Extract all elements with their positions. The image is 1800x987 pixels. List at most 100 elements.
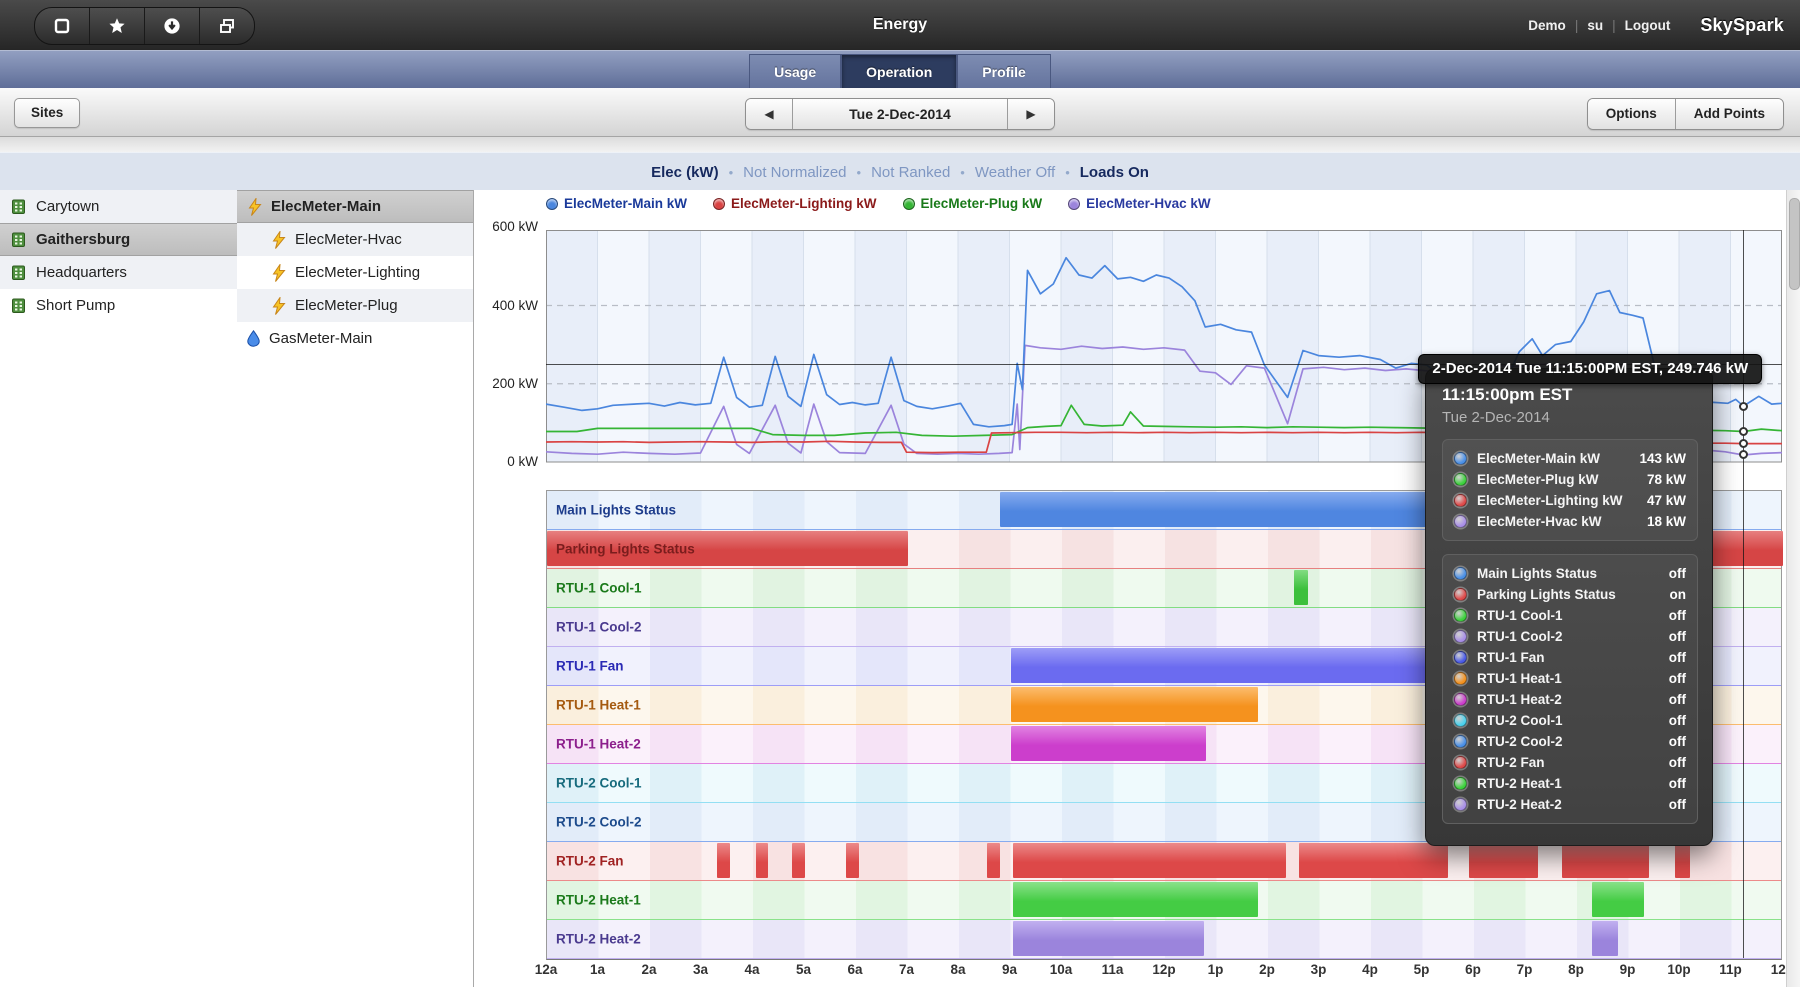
tooltip-status-rtu-2-cool-1: RTU-2 Cool-1off (1454, 710, 1686, 731)
tooltip-status-main-lights-status: Main Lights Statusoff (1454, 563, 1686, 584)
point-value: off (1661, 629, 1686, 644)
x-tick-7-7a: 7a (899, 962, 914, 977)
status-band-segment (1469, 843, 1539, 878)
tooltip-meter-elecmeter-main-kw: ElecMeter-Main kW143 kW (1454, 448, 1686, 469)
status-row-label: RTU-1 Heat-2 (556, 737, 641, 752)
legend-item-elecmeter-plug-kw[interactable]: ElecMeter-Plug kW (903, 196, 1043, 211)
point-color-dot-icon (1454, 515, 1467, 528)
status-band-segment (792, 843, 805, 878)
lightning-bolt-icon (247, 198, 262, 216)
sites-button[interactable]: Sites (14, 98, 80, 128)
x-tick-12-12p: 12p (1152, 962, 1175, 977)
point-color-dot-icon (1454, 588, 1467, 601)
lightning-bolt-icon (271, 231, 286, 249)
status-toggle-weather-off[interactable]: Weather Off (975, 164, 1055, 181)
status-row-label: RTU-1 Cool-1 (556, 581, 642, 596)
content-area: CarytownGaithersburg Headquarters Short Pu… (0, 190, 1800, 987)
x-tick-22-10p: 10p (1667, 962, 1690, 977)
user-menu[interactable]: Demo (1528, 18, 1566, 33)
point-name: RTU-2 Fan (1477, 755, 1545, 770)
tooltip-meter-elecmeter-hvac-kw: ElecMeter-Hvac kW18 kW (1454, 511, 1686, 532)
toolbar: Sites ◀ Tue 2-Dec-2014 ▶ Options Add Poi… (0, 88, 1800, 137)
status-row-label: RTU-1 Cool-2 (556, 620, 642, 635)
tooltip-status-values: Main Lights Statusoff Parking Lights Stat… (1442, 554, 1698, 824)
point-value: off (1661, 671, 1686, 686)
building-icon (10, 264, 27, 281)
legend-item-elecmeter-main-kw[interactable]: ElecMeter-Main kW (546, 196, 687, 211)
point-value: off (1661, 755, 1686, 770)
status-row-rtu-2-fan[interactable]: RTU-2 Fan (547, 842, 1781, 881)
meter-row-gasmeter-main[interactable]: GasMeter-Main (237, 322, 473, 355)
status-band-segment (1013, 921, 1204, 956)
status-toggle-not-ranked[interactable]: Not Ranked (871, 164, 950, 181)
point-name: Parking Lights Status (1477, 587, 1616, 602)
status-band-segment (1013, 882, 1258, 917)
date-next-button[interactable]: ▶ (1008, 99, 1054, 129)
x-tick-0-12a: 12a (535, 962, 558, 977)
meters-sidebar: ElecMeter-Main ElecMeter-Hvac ElecMeter-Li… (237, 190, 474, 987)
meter-label: GasMeter-Main (269, 330, 372, 347)
chart-legend: ElecMeter-Main kW ElecMeter-Lighting kW El… (546, 196, 1211, 211)
scrollbar-thumb[interactable] (1789, 198, 1800, 290)
site-row-headquarters[interactable]: Headquarters (0, 256, 237, 289)
site-label: Headquarters (36, 264, 127, 281)
x-tick-15-3p: 3p (1311, 962, 1327, 977)
status-toggle-elec-kw[interactable]: Elec (kW) (651, 164, 719, 181)
status-row-rtu-2-heat-1[interactable]: RTU-2 Heat-1 (547, 881, 1781, 920)
tab-operation[interactable]: Operation (841, 54, 957, 89)
meter-label: ElecMeter-Hvac (295, 231, 402, 248)
status-toggle-not-normalized[interactable]: Not Normalized (743, 164, 846, 181)
legend-dot-icon (903, 198, 915, 210)
point-value: off (1661, 566, 1686, 581)
x-tick-14-2p: 2p (1259, 962, 1275, 977)
point-color-dot-icon (1454, 473, 1467, 486)
point-value: off (1661, 650, 1686, 665)
x-tick-13-1p: 1p (1208, 962, 1224, 977)
status-toggle-loads-on[interactable]: Loads On (1080, 164, 1149, 181)
point-color-dot-icon (1454, 714, 1467, 727)
meter-row-elecmeter-lighting[interactable]: ElecMeter-Lighting (237, 256, 473, 289)
session-user[interactable]: su (1587, 18, 1603, 33)
status-row-label: RTU-2 Heat-1 (556, 893, 641, 908)
x-tick-10-10a: 10a (1050, 962, 1073, 977)
tooltip-status-rtu-2-fan: RTU-2 Fan off (1454, 752, 1686, 773)
date-prev-button[interactable]: ◀ (746, 99, 793, 129)
date-label[interactable]: Tue 2-Dec-2014 (793, 99, 1008, 129)
add-points-button[interactable]: Add Points (1676, 99, 1783, 129)
status-row-rtu-2-heat-2[interactable]: RTU-2 Heat-2 (547, 920, 1781, 959)
site-row-short-pump[interactable]: Short Pump (0, 289, 237, 322)
meter-label: ElecMeter-Main (271, 198, 381, 215)
app-window: Energy Demo | su | Logout SkySpark Usage… (0, 0, 1800, 987)
meter-row-elecmeter-hvac[interactable]: ElecMeter-Hvac (237, 223, 473, 256)
point-color-dot-icon (1454, 609, 1467, 622)
tab-usage[interactable]: Usage (749, 54, 841, 89)
status-row-label: RTU-2 Fan (556, 854, 624, 869)
x-tick-20-8p: 8p (1568, 962, 1584, 977)
point-color-dot-icon (1454, 672, 1467, 685)
status-band-segment (1592, 882, 1644, 917)
point-name: RTU-1 Fan (1477, 650, 1545, 665)
tab-profile[interactable]: Profile (957, 54, 1051, 89)
status-band-segment (1675, 843, 1690, 878)
tooltip-meter-values: ElecMeter-Main kW143 kWElecMeter-Plug kW… (1442, 439, 1698, 541)
site-row-gaithersburg[interactable]: Gaithersburg (0, 223, 237, 256)
point-name: RTU-2 Heat-1 (1477, 776, 1562, 791)
x-tick-3-3a: 3a (693, 962, 708, 977)
hover-tooltip-panel: 11:15:00pm EST Tue 2-Dec-2014 ElecMeter-… (1425, 368, 1713, 846)
cursor-readout-label: 2-Dec-2014 Tue 11:15:00PM EST, 249.746 k… (1418, 354, 1762, 384)
date-navigator: ◀ Tue 2-Dec-2014 ▶ (745, 98, 1055, 130)
meter-row-elecmeter-plug[interactable]: ElecMeter-Plug (237, 289, 473, 322)
point-color-dot-icon (1454, 630, 1467, 643)
x-tick-9-9a: 9a (1002, 962, 1017, 977)
logout-link[interactable]: Logout (1625, 18, 1671, 33)
options-button[interactable]: Options (1588, 99, 1676, 129)
y-tick-0-kw: 0 kW (472, 454, 538, 469)
tooltip-status-rtu-1-cool-1: RTU-1 Cool-1off (1454, 605, 1686, 626)
meter-row-elecmeter-main[interactable]: ElecMeter-Main (237, 190, 473, 223)
legend-dot-icon (1068, 198, 1080, 210)
site-row-carytown[interactable]: Carytown (0, 190, 237, 223)
vertical-scrollbar[interactable] (1786, 190, 1800, 987)
legend-item-elecmeter-lighting-kw[interactable]: ElecMeter-Lighting kW (713, 196, 877, 211)
point-color-dot-icon (1454, 693, 1467, 706)
legend-item-elecmeter-hvac-kw[interactable]: ElecMeter-Hvac kW (1068, 196, 1211, 211)
